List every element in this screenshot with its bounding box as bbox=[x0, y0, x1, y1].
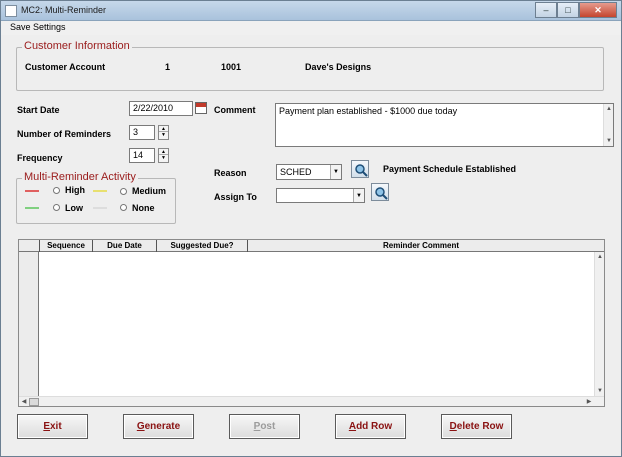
search-icon bbox=[375, 187, 388, 200]
medium-radio[interactable] bbox=[120, 188, 127, 195]
customer-account-number: 1001 bbox=[221, 62, 242, 72]
hscroll-thumb[interactable] bbox=[29, 398, 39, 406]
comment-input[interactable]: Payment plan established - $1000 due tod… bbox=[275, 103, 614, 147]
high-color-swatch bbox=[25, 190, 39, 192]
scroll-up-icon[interactable]: ▲ bbox=[604, 104, 614, 114]
spin-down-icon[interactable]: ▼ bbox=[159, 132, 168, 139]
app-icon bbox=[5, 5, 17, 17]
delete-row-label: elete Row bbox=[456, 421, 504, 432]
grid-corner bbox=[19, 240, 40, 252]
low-color-swatch bbox=[25, 207, 39, 209]
calendar-icon[interactable] bbox=[195, 102, 207, 114]
medium-color-swatch bbox=[93, 190, 107, 192]
assign-select[interactable]: ▼ bbox=[276, 188, 365, 203]
medium-label: Medium bbox=[132, 186, 167, 196]
none-label: None bbox=[132, 203, 155, 213]
none-radio[interactable] bbox=[120, 204, 127, 211]
scroll-up-icon[interactable]: ▲ bbox=[595, 252, 605, 262]
customer-account-label: Customer Account bbox=[25, 62, 106, 72]
reason-label: Reason bbox=[214, 168, 247, 178]
exit-label: xit bbox=[50, 421, 62, 432]
window-title: MC2: Multi-Reminder bbox=[21, 5, 107, 15]
reminders-label: Number of Reminders bbox=[17, 129, 112, 139]
minimize-button[interactable]: – bbox=[535, 2, 557, 18]
customer-info-legend: Customer Information bbox=[22, 40, 132, 52]
high-radio[interactable] bbox=[53, 187, 60, 194]
grid-row-headers bbox=[19, 252, 39, 396]
frequency-input[interactable]: 14 bbox=[129, 148, 155, 163]
comment-text: Payment plan established - $1000 due tod… bbox=[279, 106, 458, 116]
app-window: MC2: Multi-Reminder – □ ✕ Save Settings … bbox=[0, 0, 622, 457]
delete-row-accel: D bbox=[449, 421, 457, 432]
reason-select[interactable]: SCHED ▼ bbox=[276, 164, 342, 180]
col-due-date[interactable]: Due Date bbox=[93, 240, 157, 252]
generate-button[interactable]: Generate bbox=[123, 414, 194, 439]
spin-down-icon[interactable]: ▼ bbox=[159, 155, 168, 162]
reminders-input[interactable]: 3 bbox=[129, 125, 155, 140]
search-icon bbox=[355, 164, 368, 177]
scroll-right-icon[interactable]: ▶ bbox=[584, 397, 594, 407]
menu-save-settings[interactable]: Save Settings bbox=[10, 22, 66, 32]
comment-label: Comment bbox=[214, 105, 256, 115]
post-label: ost bbox=[260, 421, 276, 432]
reason-description: Payment Schedule Established bbox=[383, 164, 517, 174]
close-button[interactable]: ✕ bbox=[579, 2, 617, 18]
none-color-swatch bbox=[93, 207, 107, 209]
scroll-left-icon[interactable]: ◀ bbox=[19, 397, 29, 407]
high-label: High bbox=[65, 185, 85, 195]
add-row-button[interactable]: Add Row bbox=[335, 414, 406, 439]
activity-legend: Multi-Reminder Activity bbox=[22, 171, 138, 183]
generate-label: enerate bbox=[144, 421, 181, 432]
frequency-stepper[interactable]: ▲ ▼ bbox=[158, 148, 169, 163]
grid-vscrollbar[interactable]: ▲ ▼ bbox=[594, 252, 604, 396]
exit-button[interactable]: Exit bbox=[17, 414, 88, 439]
activity-group: Multi-Reminder Activity High Medium Low … bbox=[16, 171, 176, 224]
reason-value: SCHED bbox=[280, 167, 312, 177]
scroll-down-icon[interactable]: ▼ bbox=[595, 386, 605, 396]
chevron-down-icon[interactable]: ▼ bbox=[353, 189, 364, 202]
post-button[interactable]: Post bbox=[229, 414, 300, 439]
title-bar: MC2: Multi-Reminder – □ ✕ bbox=[1, 1, 621, 21]
chevron-down-icon[interactable]: ▼ bbox=[330, 165, 341, 179]
grid-hscrollbar[interactable]: ◀ ▶ bbox=[19, 396, 604, 406]
maximize-button[interactable]: □ bbox=[557, 2, 579, 18]
menu-bar: Save Settings bbox=[1, 21, 621, 35]
col-sequence[interactable]: Sequence bbox=[40, 240, 93, 252]
window-controls: – □ ✕ bbox=[535, 2, 617, 18]
reminders-stepper[interactable]: ▲ ▼ bbox=[158, 125, 169, 140]
col-reminder-comment[interactable]: Reminder Comment bbox=[248, 240, 594, 252]
reason-search-button[interactable] bbox=[351, 160, 369, 178]
col-suggested-due[interactable]: Suggested Due? bbox=[157, 240, 248, 252]
add-row-accel: A bbox=[348, 421, 357, 432]
generate-accel: G bbox=[136, 421, 145, 432]
start-date-input[interactable]: 2/22/2010 bbox=[129, 101, 193, 116]
frequency-label: Frequency bbox=[17, 153, 63, 163]
assign-search-button[interactable] bbox=[371, 183, 389, 201]
grid-header: Sequence Due Date Suggested Due? Reminde… bbox=[19, 240, 604, 252]
low-label: Low bbox=[65, 203, 83, 213]
exit-accel: E bbox=[43, 421, 50, 432]
add-row-label: dd Row bbox=[356, 421, 393, 432]
start-date-label: Start Date bbox=[17, 105, 60, 115]
delete-row-button[interactable]: Delete Row bbox=[441, 414, 512, 439]
scroll-down-icon[interactable]: ▼ bbox=[604, 136, 614, 146]
comment-scrollbar[interactable]: ▲ ▼ bbox=[603, 104, 613, 146]
customer-account-name: Dave's Designs bbox=[305, 62, 372, 72]
reminder-grid[interactable]: Sequence Due Date Suggested Due? Reminde… bbox=[18, 239, 605, 407]
low-radio[interactable] bbox=[53, 204, 60, 211]
assign-label: Assign To bbox=[214, 192, 257, 202]
customer-account-seq: 1 bbox=[165, 62, 171, 72]
customer-info-group: Customer Information Customer Account 1 … bbox=[16, 40, 604, 91]
